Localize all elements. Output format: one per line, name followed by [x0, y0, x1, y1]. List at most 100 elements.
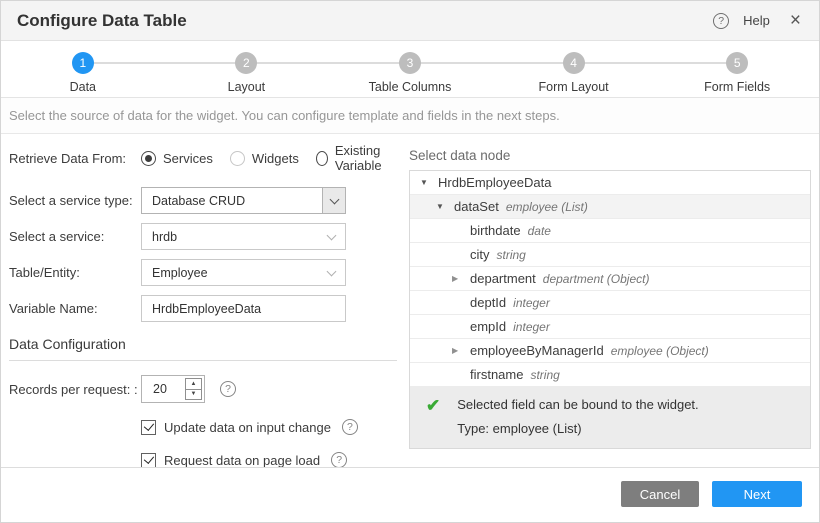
checkbox-row-request-data-on-page-load: Request data on page load? [141, 451, 409, 467]
description-bar: Select the source of data for the widget… [1, 98, 819, 134]
node-name: department [470, 271, 536, 286]
node-type: department (Object) [543, 272, 650, 286]
checkbox-help-icon[interactable]: ? [331, 452, 347, 467]
step-label: Form Fields [704, 80, 770, 94]
table-entity-select[interactable]: Employee [141, 259, 346, 286]
configure-data-table-dialog: Configure Data Table ? Help × 1 Data 2Layo… [0, 0, 820, 523]
data-configuration-heading: Data Configuration [9, 336, 409, 352]
field-row-service: Select a service:hrdb [9, 223, 409, 250]
cancel-button[interactable]: Cancel [621, 481, 699, 507]
dialog-content: Retrieve Data From: Services Widgets Exist… [1, 134, 819, 467]
next-button[interactable]: Next [712, 481, 802, 507]
node-name: firstname [470, 367, 523, 382]
service-select[interactable]: hrdb [141, 223, 346, 250]
step-number-circle: 5 [726, 52, 748, 74]
node-name: employeeByManagerId [470, 343, 604, 358]
tree-node-deptid[interactable]: deptIdinteger [410, 291, 810, 315]
node-name: empId [470, 319, 506, 334]
step-number-circle: 3 [399, 52, 421, 74]
radio-icon [141, 151, 156, 166]
data-node-tree-box: ▼HrdbEmployeeData▼dataSetemployee (List)… [409, 170, 811, 449]
dialog-title: Configure Data Table [17, 11, 187, 31]
stepper-step-form-layout[interactable]: 4Form Layout [492, 41, 656, 97]
close-icon[interactable]: × [790, 13, 801, 29]
radio-option-services[interactable]: Services [141, 151, 213, 166]
expand-icon[interactable]: ▶ [452, 346, 470, 355]
service-value: hrdb [142, 230, 328, 244]
tree-node-city[interactable]: city string [410, 243, 810, 267]
step-label: Table Columns [369, 80, 452, 94]
stepper-step-table-columns[interactable]: 3 Table Columns [328, 41, 492, 97]
tree-node-dataset[interactable]: ▼dataSetemployee (List) [410, 195, 810, 219]
radio-icon [316, 151, 328, 166]
radio-icon [230, 151, 245, 166]
node-name: birthdate [470, 223, 521, 238]
wizard-stepper: 1 Data 2Layout 3 Table Columns 4Form Layout 5 F… [1, 41, 819, 98]
collapse-icon[interactable]: ▼ [420, 178, 438, 187]
binding-message-line1: Selected field can be bound to the widge… [457, 397, 698, 412]
table-entity-value: Employee [142, 266, 328, 280]
tree-node-firstname[interactable]: firstnamestring [410, 363, 810, 387]
node-type: employee (Object) [611, 344, 709, 358]
stepper-step-data[interactable]: 1 Data [1, 41, 165, 97]
spinner-buttons: ▲ ▼ [185, 378, 202, 400]
retrieve-options: Services Widgets Existing Variable [141, 143, 409, 173]
tree-node-hrdbemployeedata[interactable]: ▼HrdbEmployeeData [410, 171, 810, 195]
expand-icon[interactable]: ▶ [452, 274, 470, 283]
checkbox-label: Request data on page load [164, 453, 320, 468]
field-row-service-type: Select a service type:Database CRUD [9, 187, 409, 214]
binding-message-line2: Type: employee (List) [457, 421, 698, 436]
records-per-request-stepper[interactable]: ▲ ▼ [141, 375, 205, 403]
tree-node-birthdate[interactable]: birthdatedate [410, 219, 810, 243]
variable-name-input[interactable] [141, 295, 346, 322]
success-check-icon: ✔ [426, 397, 440, 436]
node-type: employee (List) [506, 200, 588, 214]
service-type-label: Select a service type: [9, 193, 141, 208]
service-type-select[interactable]: Database CRUD [141, 187, 346, 214]
step-number-circle: 2 [235, 52, 257, 74]
help-icon[interactable]: ? [713, 13, 729, 29]
service-label: Select a service: [9, 229, 141, 244]
node-name: HrdbEmployeeData [438, 175, 551, 190]
dialog-footer: Cancel Next [1, 467, 819, 522]
step-label: Data [70, 80, 96, 94]
radio-label: Existing Variable [335, 143, 409, 173]
stepper-step-layout[interactable]: 2Layout [165, 41, 329, 97]
select-data-node-heading: Select data node [409, 148, 811, 163]
table-entity-label: Table/Entity: [9, 265, 141, 280]
spinner-up-icon[interactable]: ▲ [186, 379, 201, 390]
section-divider [9, 360, 397, 361]
step-number-circle: 1 [72, 52, 94, 74]
step-number-circle: 4 [563, 52, 585, 74]
chevron-down-icon [327, 266, 337, 276]
field-row-table-entity: Table/Entity:Employee [9, 259, 409, 286]
records-help-icon[interactable]: ? [220, 381, 236, 397]
radio-option-existing-variable[interactable]: Existing Variable [316, 143, 409, 173]
spinner-down-icon[interactable]: ▼ [186, 390, 201, 400]
checkbox-update-data-on-input-change[interactable] [141, 420, 156, 435]
dialog-header: Configure Data Table ? Help × [1, 1, 819, 41]
records-per-request-label: Records per request: : [9, 382, 141, 397]
binding-message: ✔ Selected field can be bound to the wid… [410, 387, 810, 448]
tree-node-employeebymanagerid[interactable]: ▶employeeByManagerId employee (Object) [410, 339, 810, 363]
tree-node-department[interactable]: ▶department department (Object) [410, 267, 810, 291]
records-per-request-input[interactable] [142, 376, 185, 402]
form-fields: Select a service type:Database CRUDSelec… [9, 187, 409, 322]
help-link[interactable]: Help [743, 13, 770, 28]
retrieve-data-from-label: Retrieve Data From: [9, 151, 141, 166]
radio-option-widgets[interactable]: Widgets [230, 151, 299, 166]
tree-node-empid[interactable]: empIdinteger [410, 315, 810, 339]
data-node-panel: Select data node ▼HrdbEmployeeData▼dataS… [409, 134, 819, 467]
field-row-variable-name: Variable Name: [9, 295, 409, 322]
node-type: string [497, 248, 526, 262]
chevron-down-icon [327, 230, 337, 240]
description-text: Select the source of data for the widget… [9, 108, 560, 123]
node-type: integer [513, 296, 550, 310]
checkbox-label: Update data on input change [164, 420, 331, 435]
collapse-icon[interactable]: ▼ [436, 202, 454, 211]
checkbox-request-data-on-page-load[interactable] [141, 453, 156, 468]
variable-name-label: Variable Name: [9, 301, 141, 316]
checkbox-help-icon[interactable]: ? [342, 419, 358, 435]
node-name: city [470, 247, 490, 262]
stepper-step-form-fields[interactable]: 5 Form Fields [655, 41, 819, 97]
